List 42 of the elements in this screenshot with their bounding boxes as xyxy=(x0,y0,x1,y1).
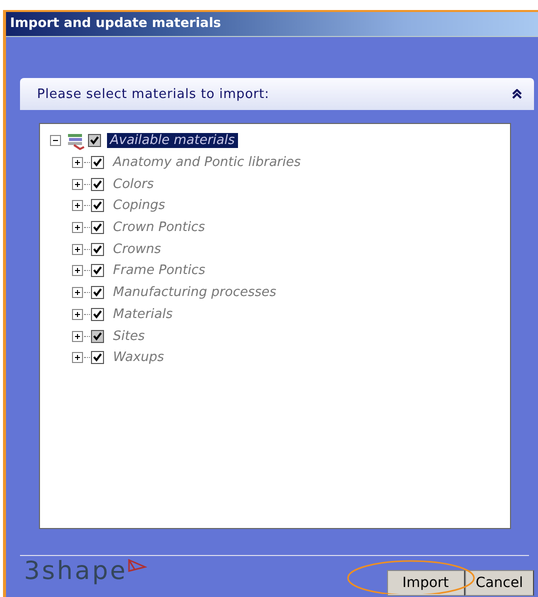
expand-toggle-icon[interactable] xyxy=(72,308,83,320)
expand-toggle-icon[interactable] xyxy=(72,178,83,190)
panel-title: Please select materials to import: xyxy=(37,86,270,102)
dialog-button[interactable]: Cancel xyxy=(464,570,534,596)
books-icon xyxy=(66,132,86,150)
expand-toggle-icon[interactable] xyxy=(72,244,83,255)
expand-toggle-icon[interactable] xyxy=(72,265,83,276)
window-title: Import and update materials xyxy=(6,12,538,37)
checkbox[interactable] xyxy=(91,351,104,364)
tree-item[interactable]: Available materials xyxy=(107,133,238,148)
expand-toggle-icon[interactable] xyxy=(72,352,83,364)
checkbox[interactable] xyxy=(91,221,104,234)
logo-text: 3shape xyxy=(24,558,128,584)
expand-toggle-icon[interactable] xyxy=(72,222,83,234)
checkbox[interactable] xyxy=(91,286,104,300)
tree-item[interactable]: Frame Pontics xyxy=(110,263,208,278)
collapse-chevron-icon[interactable] xyxy=(512,89,522,99)
tree-item[interactable]: Sites xyxy=(110,328,148,344)
checkbox[interactable] xyxy=(91,156,104,170)
checkbox[interactable] xyxy=(91,308,104,321)
expand-toggle-icon[interactable] xyxy=(72,157,83,168)
checkbox[interactable] xyxy=(91,264,104,278)
panel-header[interactable]: Please select materials to import: xyxy=(20,78,534,110)
checkbox[interactable] xyxy=(88,134,101,148)
expand-toggle-icon[interactable] xyxy=(72,200,83,212)
collapse-toggle-icon[interactable] xyxy=(50,135,61,146)
tree-item[interactable]: Copings xyxy=(110,198,168,214)
expand-toggle-icon[interactable] xyxy=(72,330,83,342)
checkbox[interactable] xyxy=(91,330,104,343)
tree-item[interactable]: Colors xyxy=(110,176,157,192)
expand-toggle-icon[interactable] xyxy=(72,287,83,298)
dialog-button[interactable]: Import xyxy=(386,570,465,596)
tree-item[interactable]: Waxups xyxy=(110,350,168,366)
tree-item[interactable]: Anatomy and Pontic libraries xyxy=(110,155,304,170)
checkbox[interactable] xyxy=(91,199,104,212)
checkbox[interactable] xyxy=(91,242,104,256)
checkbox[interactable] xyxy=(91,178,104,191)
tree-item[interactable]: Crown Pontics xyxy=(110,220,208,236)
tree-item[interactable]: Manufacturing processes xyxy=(110,285,280,300)
tree-item[interactable]: Crowns xyxy=(110,242,164,257)
tree-item[interactable]: Materials xyxy=(110,306,176,322)
triangle-logo-icon xyxy=(127,558,148,574)
